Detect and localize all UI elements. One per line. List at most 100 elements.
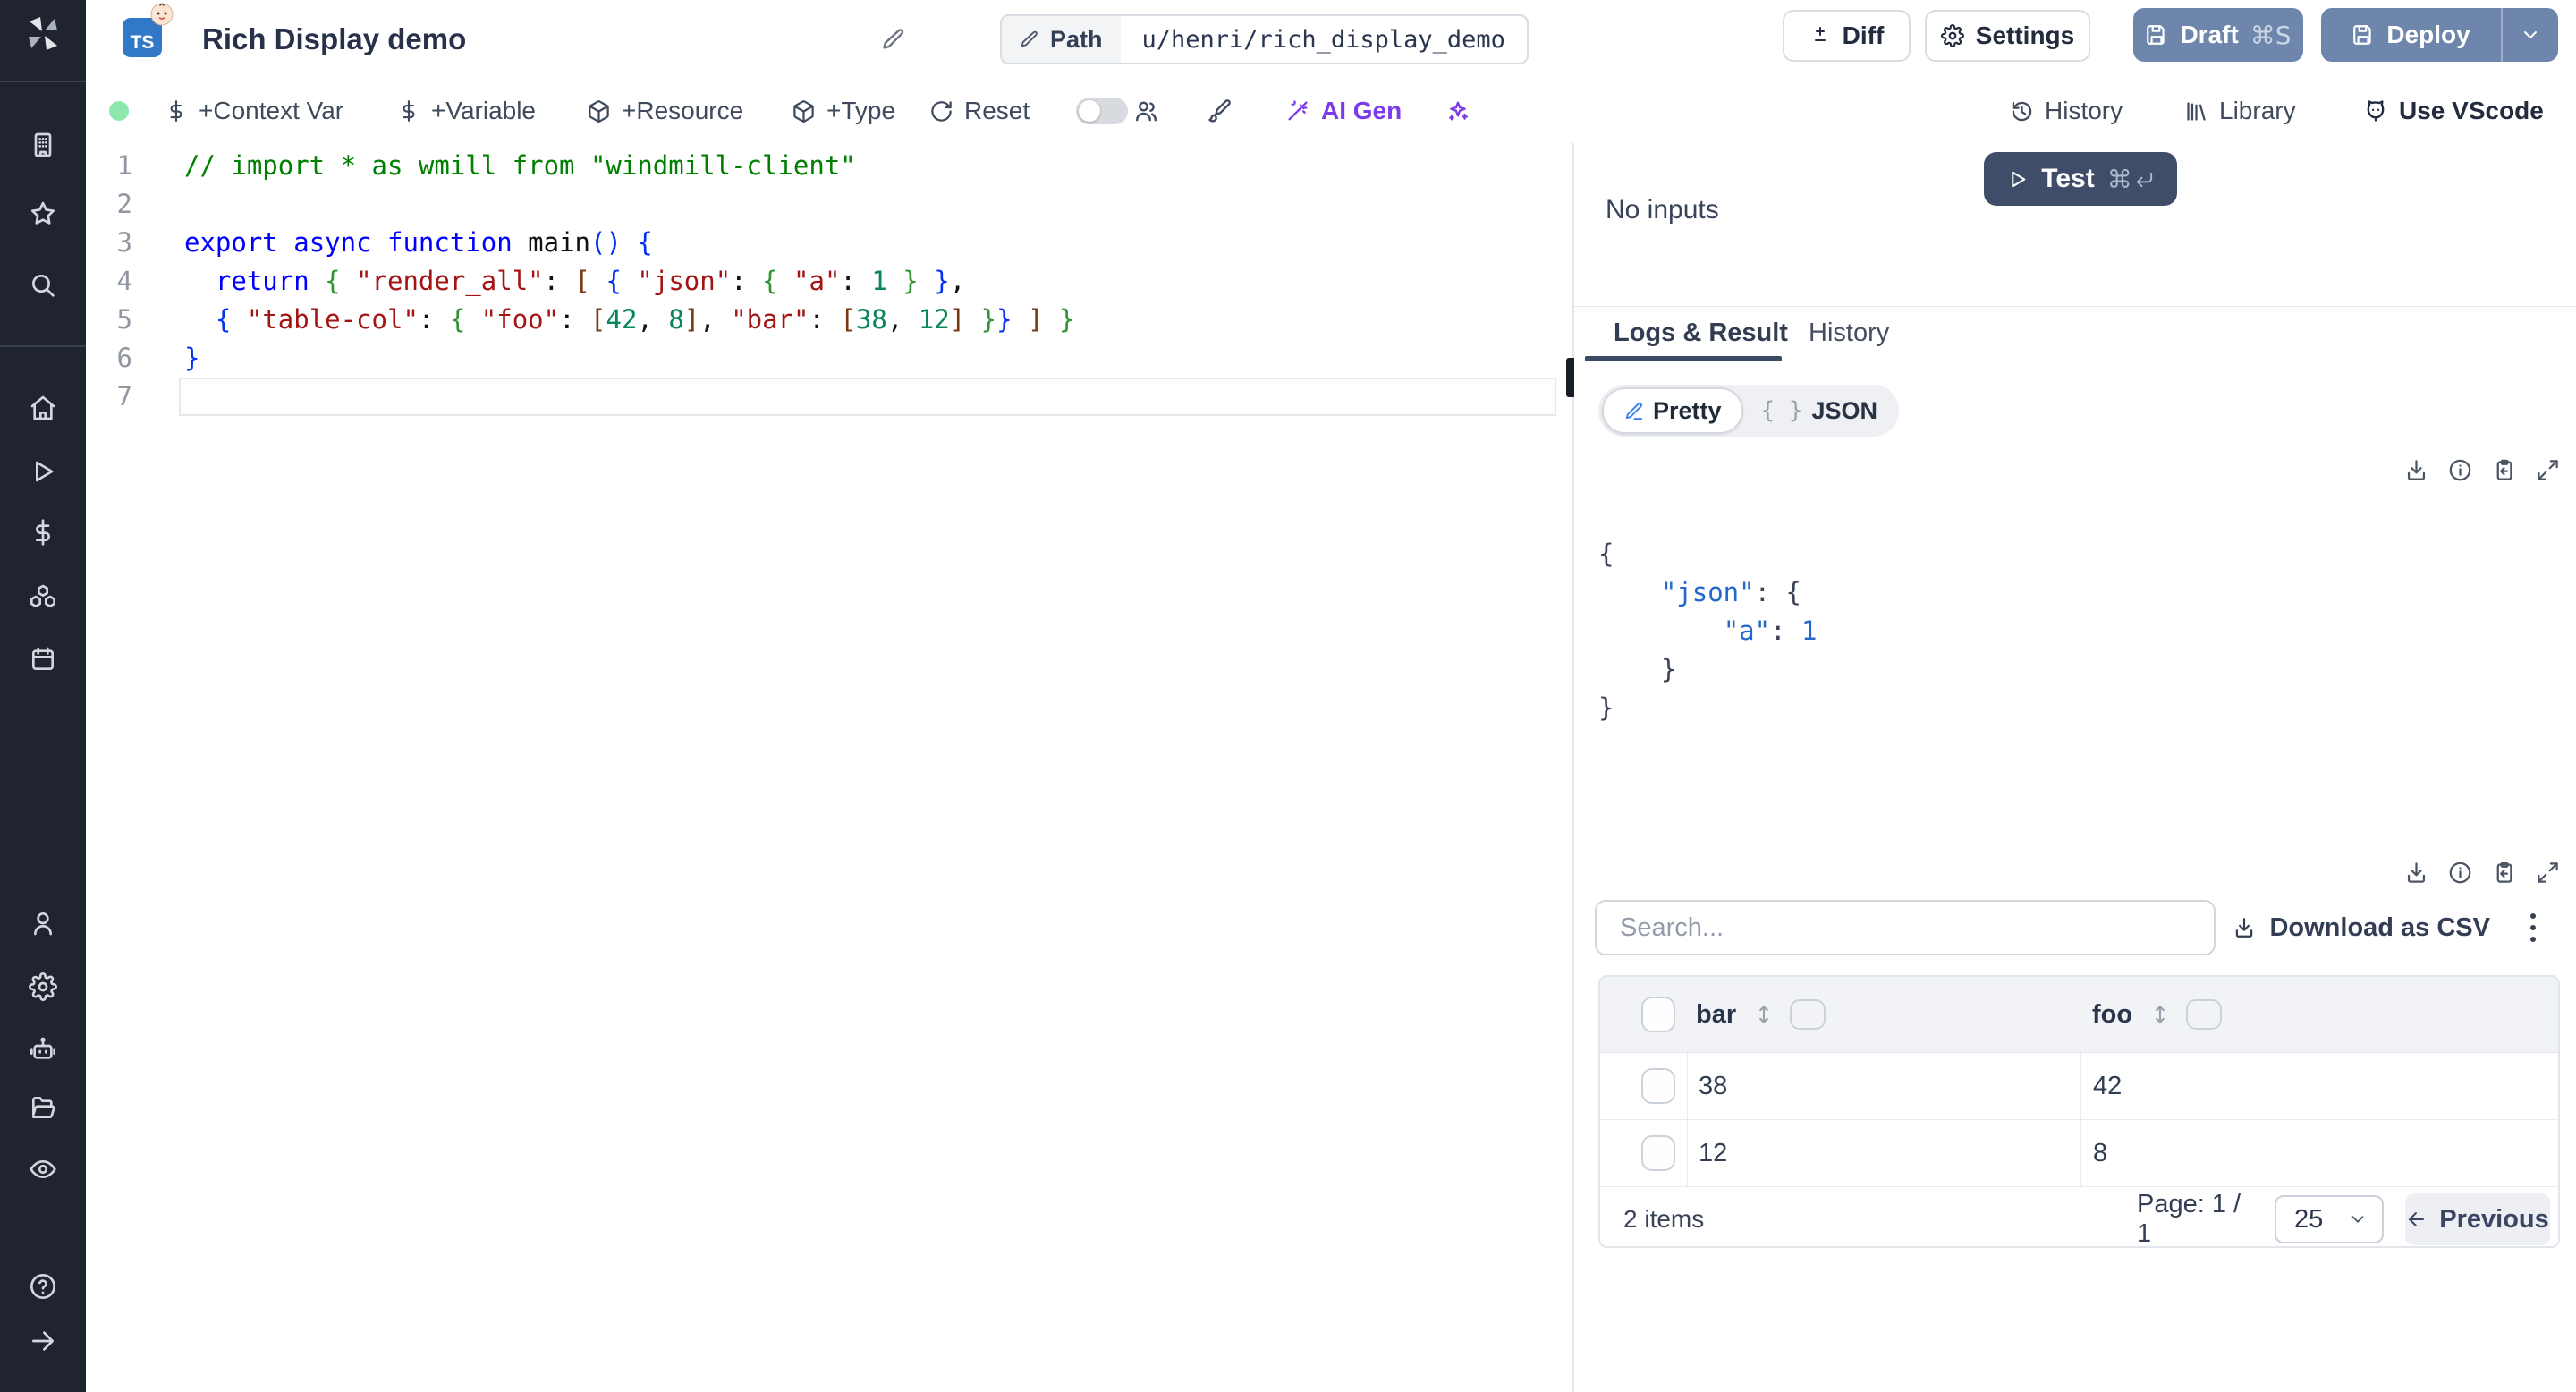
row-checkbox[interactable] [1641, 1135, 1675, 1171]
line-number: 3 [116, 227, 132, 258]
path-value[interactable]: u/henri/rich_display_demo [1121, 16, 1527, 63]
column-header-bar[interactable]: bar [1696, 977, 1736, 1052]
play-icon [2012, 171, 2026, 187]
clock-history-icon [2012, 101, 2032, 121]
sidebar-item-schedules[interactable] [29, 645, 57, 674]
sidebar-item-folders[interactable] [29, 1093, 57, 1122]
clipboard-copy-icon[interactable] [2492, 458, 2516, 482]
sort-icon[interactable] [1752, 1003, 1775, 1026]
package-icon [589, 99, 609, 123]
edit-summary-button[interactable] [881, 0, 906, 79]
download-icon[interactable] [2404, 861, 2428, 885]
windmill-logo[interactable] [21, 13, 64, 55]
eye-icon [30, 1160, 56, 1178]
tab-history[interactable]: History [1809, 306, 1889, 361]
download-icon[interactable] [2404, 458, 2428, 482]
pretty-view-button[interactable]: Pretty [1602, 387, 1743, 434]
line-numbers: 1 2 3 4 5 6 7 [86, 147, 132, 416]
search-icon [32, 275, 55, 297]
arrow-left-icon [2409, 1212, 2425, 1226]
sidebar-item-account[interactable] [29, 909, 57, 938]
line-number: 1 [116, 150, 132, 181]
table-cell: 12 [1699, 1138, 1728, 1167]
ai-gen-button[interactable]: AI Gen [1285, 79, 1402, 143]
sidebar-item-variables[interactable] [29, 518, 57, 547]
library-button[interactable]: Library [2184, 79, 2296, 143]
reset-button[interactable]: Reset [929, 79, 1030, 143]
page-size-select[interactable]: 25 [2275, 1195, 2384, 1243]
sidebar-item-home[interactable] [29, 394, 57, 422]
result-json-line: "a": 1 [1723, 615, 1818, 646]
history-button[interactable]: History [2010, 79, 2123, 143]
paintbrush-icon [1208, 99, 1231, 123]
diff-mode-toggle[interactable] [1076, 98, 1128, 124]
info-icon[interactable] [2448, 458, 2472, 482]
add-variable-button[interactable]: +Variable [397, 79, 536, 143]
column-option-foo[interactable] [2186, 999, 2222, 1030]
draft-button[interactable]: Draft ⌘S [2133, 8, 2303, 62]
code-editor[interactable]: 1 2 3 4 5 6 7 // import * as wmill from "windm… [86, 143, 1572, 1392]
add-resource-button[interactable]: +Resource [587, 79, 743, 143]
code-content[interactable]: // import * as wmill from "windmill-clie… [184, 147, 1074, 416]
sidebar-item-favorites[interactable] [29, 199, 57, 228]
sidebar-item-help[interactable] [29, 1272, 57, 1301]
code-line: { "table-col": { "foo": [42, 8], "bar": … [215, 304, 1075, 335]
folder-open-icon [32, 1097, 55, 1118]
result-json-line: } [1660, 654, 1677, 684]
deploy-menu-button[interactable] [2503, 24, 2558, 46]
app-window: TS Rich Display demo Path u/henri/rich_d… [0, 0, 2576, 1392]
sidebar-item-settings[interactable] [29, 972, 57, 1001]
sidebar [0, 0, 86, 1392]
sidebar-item-runs[interactable] [29, 457, 57, 486]
deploy-button[interactable]: Deploy [2321, 21, 2501, 49]
row-checkbox[interactable] [1641, 1068, 1675, 1104]
column-option-bar[interactable] [1790, 999, 1826, 1030]
column-header-foo[interactable]: foo [2092, 977, 2132, 1052]
table-footer: 2 items Page: 1 / 1 25 Previous [1600, 1187, 2558, 1246]
previous-page-button[interactable]: Previous [2405, 1193, 2550, 1245]
collaborators-button[interactable] [1133, 79, 1159, 143]
add-type-button[interactable]: +Type [792, 79, 895, 143]
sidebar-item-audit[interactable] [29, 1155, 57, 1184]
path-field[interactable]: Path u/henri/rich_display_demo [1000, 14, 1529, 64]
table-menu-button[interactable] [2524, 900, 2542, 955]
select-all-checkbox[interactable] [1641, 997, 1675, 1032]
items-count: 2 items [1623, 1204, 1705, 1233]
sidebar-item-workers[interactable] [29, 1035, 57, 1064]
info-icon[interactable] [2448, 861, 2472, 885]
sidebar-item-search[interactable] [29, 271, 57, 300]
line-number: 4 [116, 266, 132, 296]
result-json: { "json": { "a": 1 }} [1598, 534, 1817, 726]
format-button[interactable] [1207, 79, 1232, 143]
sidebar-item-resources[interactable] [29, 582, 57, 611]
table-row[interactable]: 38 42 [1600, 1053, 2558, 1120]
pen-icon [1625, 402, 1643, 420]
use-vscode-button[interactable]: Use VScode [2363, 79, 2544, 143]
download-csv-button[interactable]: Download as CSV [2233, 900, 2490, 955]
ai-suggest-button[interactable] [1445, 79, 1470, 143]
add-context-var-button[interactable]: +Context Var [165, 79, 343, 143]
expand-icon[interactable] [2536, 458, 2560, 482]
table-row[interactable]: 12 8 [1600, 1120, 2558, 1187]
sidebar-expand[interactable] [29, 1327, 57, 1355]
search-input[interactable] [1595, 900, 2216, 955]
baby-emoji-icon [148, 0, 175, 27]
test-button[interactable]: Test ⌘ [1984, 152, 2177, 206]
settings-button[interactable]: Settings [1925, 10, 2090, 62]
clipboard-copy-icon[interactable] [2492, 861, 2516, 885]
home-icon [30, 395, 55, 420]
wand-icon [1288, 100, 1308, 121]
path-label: Path [1002, 16, 1121, 63]
sidebar-item-workspace[interactable] [29, 131, 57, 159]
sort-icon[interactable] [2148, 1003, 2172, 1026]
chevron-down-icon [2351, 1216, 2364, 1223]
cell-divider [1687, 1053, 1688, 1119]
line-number: 6 [116, 343, 132, 373]
tab-logs-result[interactable]: Logs & Result [1614, 306, 1788, 361]
expand-icon[interactable] [2536, 861, 2560, 885]
json-view-button[interactable]: { } JSON [1743, 397, 1896, 425]
diff-button[interactable]: Diff [1783, 10, 1911, 62]
plus-minus-icon [1814, 27, 1826, 41]
